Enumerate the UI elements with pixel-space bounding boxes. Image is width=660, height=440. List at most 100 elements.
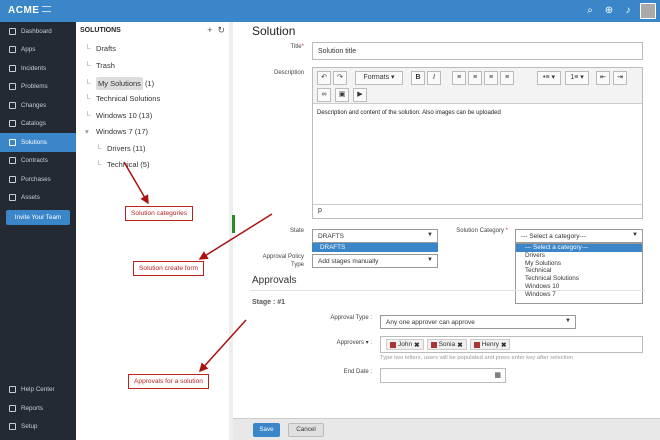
category-dropdown-list[interactable]: --- Select a category--- Drivers My Soluti… bbox=[515, 243, 643, 304]
help-icon bbox=[9, 386, 16, 394]
image-icon[interactable]: ▣ bbox=[335, 88, 349, 102]
tree-node-label: Windows 10 bbox=[96, 111, 137, 120]
undo-icon[interactable]: ↶ bbox=[317, 71, 331, 85]
approvers-input[interactable]: John ✖ Sonia ✖ Henry ✖ bbox=[380, 336, 643, 353]
category-option[interactable]: Drivers bbox=[516, 252, 642, 260]
sidebar-item-label: Contracts bbox=[21, 157, 48, 165]
editor-content[interactable]: Description and content of the solution.… bbox=[317, 110, 501, 116]
callout-approvals: Approvals for a solution bbox=[128, 374, 209, 389]
category-option[interactable]: My Solutions bbox=[516, 260, 642, 268]
sidebar-item-contracts[interactable]: Contracts bbox=[0, 152, 76, 171]
tree-title: SOLUTIONS bbox=[80, 27, 121, 34]
bold-icon[interactable]: B bbox=[411, 71, 425, 85]
align-left-icon[interactable]: ≡ bbox=[452, 71, 466, 85]
end-date-input[interactable]: ▦ bbox=[380, 368, 506, 383]
approver-tag[interactable]: John ✖ bbox=[386, 339, 424, 350]
outdent-icon[interactable]: ⇤ bbox=[596, 71, 610, 85]
sidebar-item-dashboard[interactable]: Dashboard bbox=[0, 22, 76, 41]
tree-node-trash[interactable]: └ Trash bbox=[85, 61, 117, 70]
italic-icon[interactable]: I bbox=[427, 71, 441, 85]
category-option[interactable]: Windows 7 bbox=[516, 291, 642, 299]
apps-icon bbox=[9, 46, 16, 54]
sidebar-item-label: Catalogs bbox=[21, 120, 46, 128]
category-label: Solution Category * bbox=[456, 228, 508, 234]
sidebar-item-reports[interactable]: Reports bbox=[0, 399, 76, 418]
state-option-drafts[interactable]: DRAFTS bbox=[312, 243, 438, 252]
catalogs-icon bbox=[9, 120, 16, 128]
state-label: State bbox=[289, 228, 304, 234]
sidebar-item-label: Purchases bbox=[21, 175, 51, 183]
indent-icon[interactable]: ⇥ bbox=[613, 71, 627, 85]
tree-node-count: (1) bbox=[144, 79, 155, 88]
approval-type-select[interactable]: Any one approver can approve ▼ bbox=[380, 315, 576, 329]
add-folder-icon[interactable]: + bbox=[207, 25, 212, 36]
category-option[interactable]: Technical Solutions bbox=[516, 275, 642, 283]
link-icon[interactable]: ∞ bbox=[317, 88, 331, 102]
add-icon[interactable]: ⊕ bbox=[602, 4, 616, 18]
approver-tag[interactable]: Henry ✖ bbox=[469, 339, 511, 350]
sidebar-item-label: Apps bbox=[21, 46, 36, 54]
stage-label: Stage : #1 bbox=[252, 299, 286, 306]
tree-node-drafts[interactable]: └ Drafts bbox=[85, 44, 118, 53]
page-title: Solution bbox=[252, 24, 296, 38]
tree-node-technical[interactable]: └ Technical (5) bbox=[96, 160, 149, 169]
incidents-icon bbox=[9, 64, 16, 72]
tree-node-my-solutions[interactable]: └ My Solutions (1) bbox=[85, 77, 154, 90]
sidebar-item-assets[interactable]: Assets bbox=[0, 189, 76, 208]
align-center-icon[interactable]: ≡ bbox=[468, 71, 482, 85]
save-button[interactable]: Save bbox=[253, 423, 280, 437]
remove-approver-icon[interactable]: ✖ bbox=[501, 341, 506, 349]
sidebar-item-purchases[interactable]: Purchases bbox=[0, 170, 76, 189]
tree-node-drivers[interactable]: └ Drivers (11) bbox=[96, 144, 146, 153]
sidebar-item-changes[interactable]: Changes bbox=[0, 96, 76, 115]
remove-approver-icon[interactable]: ✖ bbox=[457, 341, 462, 349]
align-justify-icon[interactable]: ≡ bbox=[500, 71, 514, 85]
approval-policy-select[interactable]: Add stages manually ▼ bbox=[312, 254, 438, 268]
category-option[interactable]: --- Select a category--- bbox=[516, 244, 642, 252]
sidebar-item-help-center[interactable]: Help Center bbox=[0, 381, 76, 400]
callout-solution-categories: Solution categories bbox=[125, 206, 194, 221]
sidebar-item-label: Assets bbox=[21, 194, 40, 202]
approval-type-label: Approval Type : bbox=[330, 315, 372, 321]
tree-node-count: (17) bbox=[134, 127, 149, 136]
sidebar-item-apps[interactable]: Apps bbox=[0, 41, 76, 60]
invite-team-button[interactable]: Invite Your Team bbox=[6, 210, 70, 225]
bullet-list-icon[interactable]: •≡ ▾ bbox=[537, 71, 561, 85]
cancel-button[interactable]: Cancel bbox=[288, 423, 324, 437]
callout-solution-create-form: Solution create form bbox=[133, 261, 205, 276]
description-editor[interactable]: ↶ ↷ Formats ▾ B I ≡ ≡ ≡ ≡ •≡ ▾ 1≡ ▾ ⇤ ⇥ … bbox=[312, 67, 643, 219]
sidebar-item-setup[interactable]: Setup bbox=[0, 418, 76, 437]
brand-logo[interactable]: ACME bbox=[8, 5, 52, 16]
calendar-icon[interactable]: ▦ bbox=[494, 371, 501, 379]
approver-avatar bbox=[430, 341, 437, 348]
sidebar-item-catalogs[interactable]: Catalogs bbox=[0, 115, 76, 134]
problems-icon bbox=[9, 83, 16, 91]
menu-icon[interactable] bbox=[42, 6, 52, 12]
sidebar-item-label: Setup bbox=[21, 423, 38, 431]
sidebar-item-incidents[interactable]: Incidents bbox=[0, 59, 76, 78]
tree-node-label: My Solutions bbox=[96, 77, 143, 90]
redo-icon[interactable]: ↷ bbox=[333, 71, 347, 85]
sidebar-item-solutions[interactable]: Solutions bbox=[0, 133, 76, 152]
remove-approver-icon[interactable]: ✖ bbox=[414, 341, 419, 349]
category-option[interactable]: Technical bbox=[516, 267, 642, 275]
tree-node-windows-7[interactable]: ▾ Windows 7 (17) bbox=[85, 127, 148, 136]
numbered-list-icon[interactable]: 1≡ ▾ bbox=[565, 71, 589, 85]
approver-tag[interactable]: Sonia ✖ bbox=[426, 339, 467, 350]
title-input[interactable]: Solution title bbox=[312, 42, 643, 60]
sidebar-item-problems[interactable]: Problems bbox=[0, 78, 76, 97]
category-select[interactable]: --- Select a category--- ▼ bbox=[515, 229, 643, 243]
search-icon[interactable]: ⌕ bbox=[583, 4, 597, 18]
sidebar-item-label: Problems bbox=[21, 83, 48, 91]
media-icon[interactable]: ▶ bbox=[353, 88, 367, 102]
tree-node-windows-10[interactable]: └ Windows 10 (13) bbox=[85, 111, 152, 120]
tree-branch-icon: └ bbox=[96, 144, 102, 153]
approvers-hint: Type two letters, users will be populate… bbox=[380, 355, 574, 361]
formats-dropdown[interactable]: Formats ▾ bbox=[355, 71, 403, 85]
tree-node-label: Windows 7 bbox=[96, 127, 133, 136]
tree-node-technical-solutions[interactable]: └ Technical Solutions bbox=[85, 94, 162, 103]
align-right-icon[interactable]: ≡ bbox=[484, 71, 498, 85]
user-avatar[interactable] bbox=[640, 3, 656, 19]
notification-bell-icon[interactable]: ♪ bbox=[621, 4, 635, 18]
refresh-icon[interactable]: ↻ bbox=[217, 25, 225, 36]
